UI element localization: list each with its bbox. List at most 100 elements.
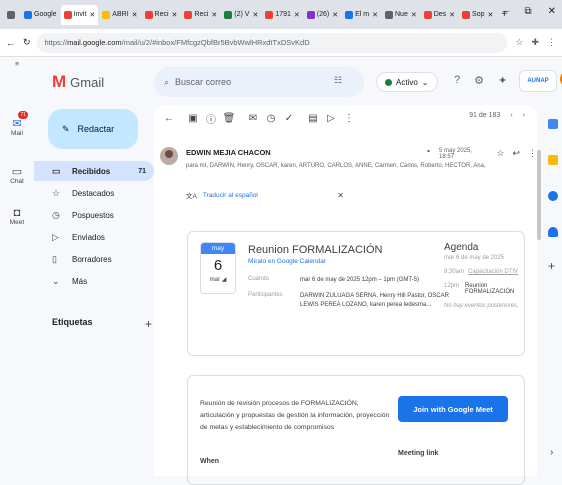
tab-close-icon[interactable]: ✕ xyxy=(89,11,95,19)
back-arrow-icon[interactable]: ← xyxy=(160,113,178,124)
agenda-item[interactable]: 12pm Reunion FORMALIZACIÓN xyxy=(444,283,522,295)
hamburger-menu-icon[interactable]: ≡ xyxy=(0,61,34,68)
translate-icon: 文A xyxy=(186,193,197,200)
browser-tab[interactable]: Reci ✕ xyxy=(181,5,220,25)
nav-item[interactable]: ▷ Enviados xyxy=(34,227,154,247)
participants-label: Participantes xyxy=(248,292,283,298)
browser-tab[interactable]: (26) ✕ xyxy=(304,5,341,25)
tab-close-icon[interactable]: ✕ xyxy=(332,11,338,19)
search-icon[interactable]: ⌕ xyxy=(164,77,169,88)
translate-link[interactable]: Traducir al español xyxy=(203,192,258,199)
event-title: Reunion FORMALIZACIÓN xyxy=(248,244,383,256)
nav-item[interactable]: ▭ Recibidos 71 xyxy=(34,161,154,181)
contacts-icon[interactable] xyxy=(548,227,558,237)
recipients[interactable]: para mí, DARWIN, Henry, OSCAR, karen, AR… xyxy=(186,162,486,169)
calendar-icon[interactable] xyxy=(548,119,558,129)
rail-mail[interactable]: ✉ 71 Mail xyxy=(0,111,34,137)
tab-close-icon[interactable]: ✕ xyxy=(132,11,138,19)
nav-item-label: Más xyxy=(72,276,88,286)
search-filter-icon[interactable]: ☷ xyxy=(334,75,342,86)
status-dropdown[interactable]: Activo ⌄ xyxy=(376,72,438,92)
menu-icon[interactable]: ⋮ xyxy=(547,37,556,48)
browser-tab[interactable]: (2) V ✕ xyxy=(221,5,261,25)
close-window-icon[interactable]: ✕ xyxy=(548,6,556,17)
browser-tab[interactable]: Des ✕ xyxy=(421,5,458,25)
tab-close-icon[interactable]: ✕ xyxy=(449,11,455,19)
extensions-icon[interactable]: ✚ xyxy=(531,37,539,48)
snooze-icon[interactable]: ◷ xyxy=(262,113,280,124)
tab-close-icon[interactable]: ✕ xyxy=(252,11,258,19)
tasks-icon[interactable] xyxy=(548,191,558,201)
keep-icon[interactable] xyxy=(548,155,558,165)
meeting-link-heading: Meeting link xyxy=(398,450,439,457)
calendar-link[interactable]: Míralo en Google Calendar xyxy=(248,258,326,265)
settings-gear-icon[interactable]: ⚙ xyxy=(474,74,484,87)
agenda-item[interactable]: 9:30am Capacitación DTIV xyxy=(444,269,522,275)
pencil-icon: ✎ xyxy=(62,123,70,134)
tab-favicon-icon xyxy=(306,10,315,19)
prev-icon[interactable]: ‹ xyxy=(510,112,512,119)
browser-tab[interactable]: Invit ✕ xyxy=(60,4,99,25)
browser-tab[interactable]: 1791 ✕ xyxy=(262,5,302,25)
rail-chat[interactable]: ▭ Chat xyxy=(0,165,34,185)
gmail-logo[interactable]: M Gmail xyxy=(52,72,104,92)
add-task-icon[interactable]: ✓ xyxy=(280,113,298,124)
join-meet-button[interactable]: Join with Google Meet xyxy=(398,396,508,422)
chevron-down-icon: ⌄ xyxy=(421,77,429,87)
nav-item[interactable]: ☆ Destacados xyxy=(34,183,154,203)
label-icon[interactable]: ▷ xyxy=(322,113,340,124)
browser-tab[interactable]: Reci ✕ xyxy=(142,5,181,25)
org-logo[interactable]: AUNAP xyxy=(519,70,557,92)
sender-avatar[interactable] xyxy=(160,147,178,165)
expand-panel-icon[interactable]: › xyxy=(550,447,553,458)
browser-tab[interactable] xyxy=(4,5,20,25)
search-input[interactable]: ⌕ Buscar correo xyxy=(154,67,364,97)
browser-tab[interactable]: Nue ✕ xyxy=(382,5,420,25)
bookmark-star-icon[interactable]: ☆ xyxy=(515,37,523,48)
side-panel: + › xyxy=(544,109,562,476)
delete-icon[interactable]: 🗑 xyxy=(220,113,238,124)
browser-tab[interactable]: ABRI ✕ xyxy=(99,5,140,25)
next-icon[interactable]: › xyxy=(523,112,525,119)
add-addon-icon[interactable]: + xyxy=(548,259,555,273)
tab-close-icon[interactable]: ✕ xyxy=(172,11,178,19)
tab-close-icon[interactable]: ✕ xyxy=(411,11,417,19)
archive-icon[interactable]: ▣ xyxy=(184,113,202,124)
restore-icon[interactable]: ⧉ xyxy=(524,6,531,17)
tab-label: (26) xyxy=(316,11,330,18)
agenda-name: Reunion FORMALIZACIÓN xyxy=(465,283,515,295)
minimize-icon[interactable]: – xyxy=(503,6,509,17)
reply-icon[interactable]: ↩ xyxy=(512,148,520,160)
browser-tab[interactable]: Google xyxy=(21,5,60,25)
rail-meet[interactable]: ◘ Meet xyxy=(0,207,34,226)
star-icon[interactable]: ☆ xyxy=(496,148,504,160)
move-to-icon[interactable]: ▤ xyxy=(304,113,322,124)
close-icon[interactable]: ✕ xyxy=(337,191,344,200)
message-scrollbar[interactable] xyxy=(537,150,541,240)
nav-item[interactable]: ⌄ Más xyxy=(34,271,154,291)
add-label-icon[interactable]: + xyxy=(145,317,152,331)
tab-label: Reci xyxy=(154,11,169,18)
compose-button[interactable]: ✎ Redactar xyxy=(48,109,138,149)
url-field[interactable]: https://mail.google.com/mail/u/2/#inbox/… xyxy=(36,32,508,53)
tab-close-icon[interactable]: ✕ xyxy=(211,11,217,19)
nav-item[interactable]: ◷ Pospuestos xyxy=(34,205,154,225)
tab-close-icon[interactable]: ✕ xyxy=(488,11,494,19)
chat-icon: ▭ xyxy=(11,166,23,178)
gemini-sparkle-icon[interactable]: ✦ xyxy=(498,74,507,87)
more-vert-icon[interactable]: ⋮ xyxy=(528,148,537,160)
help-icon[interactable]: ? xyxy=(454,74,460,87)
nav-item[interactable]: ▯ Borradores xyxy=(34,249,154,269)
tab-close-icon[interactable]: ✕ xyxy=(372,11,378,19)
browser-tab-strip: Google Invit ✕ ABRI ✕ Reci ✕ Reci ✕ (2) V ✕ 1791 ✕ (2… xyxy=(0,0,562,29)
mark-unread-icon[interactable]: ✉ xyxy=(244,113,262,124)
tab-close-icon[interactable]: ✕ xyxy=(294,11,300,19)
back-icon[interactable]: ← xyxy=(6,38,15,48)
report-spam-icon[interactable]: ⓘ xyxy=(202,111,220,126)
event-when-row: Cuándo mar 6 de may de 2025 12pm – 1pm (… xyxy=(248,276,450,285)
reload-icon[interactable]: ↻ xyxy=(23,37,31,48)
url-path: /mail/u/2/#inbox/FMfcgzQbfBr5BvbWwlHRxdt… xyxy=(121,38,310,47)
browser-tab[interactable]: Sop ✕ xyxy=(459,5,496,25)
browser-tab[interactable]: El m ✕ xyxy=(342,5,381,25)
more-options-icon[interactable]: ⋮ xyxy=(340,113,358,124)
